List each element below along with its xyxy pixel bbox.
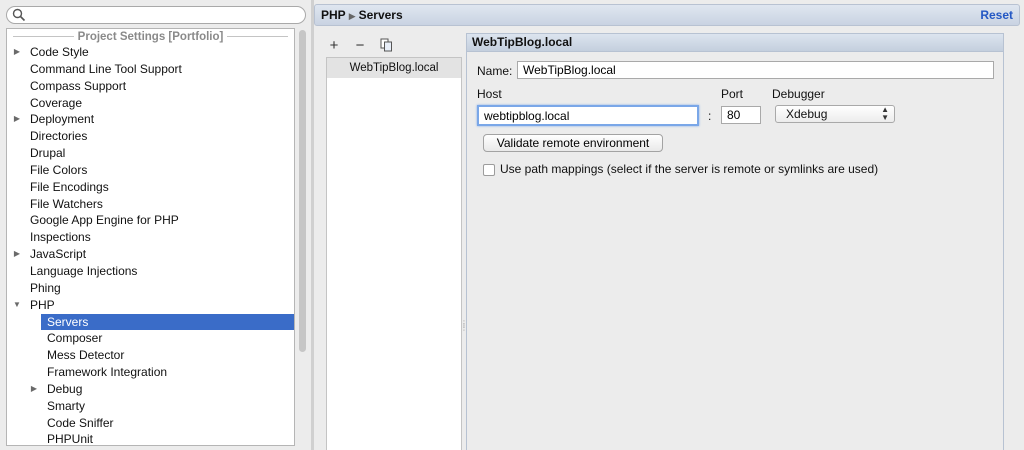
- collapsed-arrow-icon[interactable]: ▶: [12, 246, 22, 263]
- splitter-grip[interactable]: ⋮⋮: [460, 320, 468, 336]
- tree-item[interactable]: File Watchers: [7, 196, 294, 213]
- tree-item[interactable]: Smarty: [7, 398, 294, 415]
- server-list-item[interactable]: WebTipBlog.local: [327, 58, 461, 78]
- tree-item-label: Phing: [30, 280, 61, 295]
- port-label: Port: [721, 87, 744, 101]
- tree-item[interactable]: Servers: [7, 313, 294, 331]
- name-label: Name:: [477, 64, 513, 78]
- tree-item-label: JavaScript: [30, 247, 87, 262]
- debugger-select[interactable]: Xdebug ▲ ▼: [775, 105, 895, 123]
- collapsed-arrow-icon[interactable]: ▶: [12, 44, 22, 61]
- tree-item-label: File Watchers: [30, 196, 103, 211]
- minus-icon: −: [355, 36, 365, 54]
- tree-item[interactable]: Inspections: [7, 229, 294, 246]
- tree-item[interactable]: PHPUnit: [7, 431, 294, 446]
- tree-item-label: Drupal: [30, 146, 66, 161]
- reset-link[interactable]: Reset: [980, 8, 1013, 22]
- tree-item[interactable]: Framework Integration: [7, 364, 294, 381]
- breadcrumb-parent[interactable]: PHP: [321, 8, 346, 22]
- breadcrumb: PHP ▶ Servers: [321, 8, 403, 22]
- tree-item-label: Code Style: [30, 45, 89, 59]
- tree-section-header: Project Settings [Portfolio]: [7, 29, 294, 44]
- tree-scrollbar[interactable]: [298, 28, 307, 446]
- tree-item-label: Composer: [47, 331, 103, 346]
- tree-item-label: Language Injections: [30, 263, 138, 278]
- tree-item[interactable]: Compass Support: [7, 78, 294, 95]
- host-label: Host: [477, 87, 502, 101]
- scrollbar-thumb[interactable]: [299, 30, 306, 352]
- tree-item[interactable]: Command Line Tool Support: [7, 61, 294, 78]
- tree-item-label: Debug: [47, 381, 83, 396]
- collapsed-arrow-icon[interactable]: ▶: [12, 111, 22, 128]
- page-header: PHP ▶ Servers Reset: [314, 4, 1020, 26]
- search-input[interactable]: [29, 8, 299, 22]
- debugger-label: Debugger: [772, 87, 825, 101]
- servers-toolbar: + −: [326, 36, 394, 54]
- tree-item-label: Deployment: [30, 112, 95, 127]
- tree-item-label: Directories: [30, 129, 88, 144]
- debugger-selected-value: Xdebug: [786, 107, 828, 121]
- tree-item-label: PHP: [30, 297, 55, 312]
- breadcrumb-separator-icon: ▶: [348, 11, 356, 21]
- tree-item-label: File Encodings: [30, 179, 109, 194]
- tree-item-label: Mess Detector: [47, 348, 125, 363]
- add-server-button[interactable]: +: [326, 36, 342, 54]
- tree-item-label: Compass Support: [30, 78, 127, 93]
- section-title: Project Settings [Portfolio]: [77, 30, 224, 43]
- tree-item[interactable]: Google App Engine for PHP: [7, 212, 294, 229]
- server-detail-title: WebTipBlog.local: [467, 34, 1003, 52]
- tree-item[interactable]: ▶ Code Style: [7, 44, 294, 61]
- tree-item[interactable]: Coverage: [7, 95, 294, 112]
- tree-item[interactable]: ▶ Debug: [7, 381, 294, 398]
- tree-item[interactable]: ▶ Deployment: [7, 111, 294, 128]
- updown-arrows-icon: ▲ ▼: [881, 105, 889, 122]
- path-mappings-label[interactable]: Use path mappings (select if the server …: [500, 162, 878, 176]
- tree-item-label: Framework Integration: [47, 365, 168, 380]
- validate-remote-button[interactable]: Validate remote environment: [483, 134, 663, 152]
- servers-list: WebTipBlog.local: [326, 57, 462, 450]
- tree-item[interactable]: Code Sniffer: [7, 415, 294, 432]
- expanded-arrow-icon[interactable]: ▼: [12, 297, 22, 314]
- tree-item-label: Google App Engine for PHP: [30, 213, 179, 228]
- settings-tree: Project Settings [Portfolio] ▶ Code Style…: [6, 28, 295, 446]
- remove-server-button[interactable]: −: [352, 36, 368, 54]
- tree-item[interactable]: Composer: [7, 330, 294, 347]
- settings-sidebar: Project Settings [Portfolio] ▶ Code Style…: [0, 0, 311, 450]
- tree-item[interactable]: File Encodings: [7, 179, 294, 196]
- panel-splitter[interactable]: [311, 0, 314, 450]
- search-icon: [12, 8, 26, 22]
- collapsed-arrow-icon[interactable]: ▶: [29, 381, 39, 398]
- tree-item-label: Inspections: [30, 230, 91, 245]
- tree-item-label: Code Sniffer: [47, 415, 114, 430]
- tree-item[interactable]: Directories: [7, 128, 294, 145]
- port-separator: :: [708, 109, 712, 123]
- plus-icon: +: [329, 36, 339, 54]
- server-detail-panel: WebTipBlog.local Name: Host Port Debugge…: [466, 33, 1004, 450]
- search-box[interactable]: [6, 6, 306, 24]
- tree-item-label: PHPUnit: [47, 432, 94, 446]
- tree-item-label: Coverage: [30, 95, 83, 110]
- host-field[interactable]: [477, 105, 699, 126]
- divider: [227, 36, 289, 37]
- copy-server-button[interactable]: [378, 37, 394, 53]
- divider: [13, 36, 74, 37]
- tree-item[interactable]: ▼ PHP: [7, 297, 294, 314]
- port-field[interactable]: [721, 106, 761, 124]
- tree-item-label: Servers: [47, 314, 89, 329]
- tree-item[interactable]: Drupal: [7, 145, 294, 162]
- path-mappings-checkbox[interactable]: [483, 164, 495, 176]
- breadcrumb-current: Servers: [358, 8, 403, 22]
- tree-item[interactable]: ▶ JavaScript: [7, 246, 294, 263]
- tree-item-label: Smarty: [47, 398, 86, 413]
- copy-icon: [380, 38, 392, 52]
- name-field[interactable]: [517, 61, 994, 79]
- tree-item[interactable]: File Colors: [7, 162, 294, 179]
- tree-item[interactable]: Mess Detector: [7, 347, 294, 364]
- tree-item[interactable]: Language Injections: [7, 263, 294, 280]
- tree-item-label: File Colors: [30, 162, 88, 177]
- tree-item-label: Command Line Tool Support: [30, 61, 182, 76]
- tree-list: ▶ Code Style Command Line Tool Support Comp…: [7, 44, 294, 446]
- tree-item[interactable]: Phing: [7, 280, 294, 297]
